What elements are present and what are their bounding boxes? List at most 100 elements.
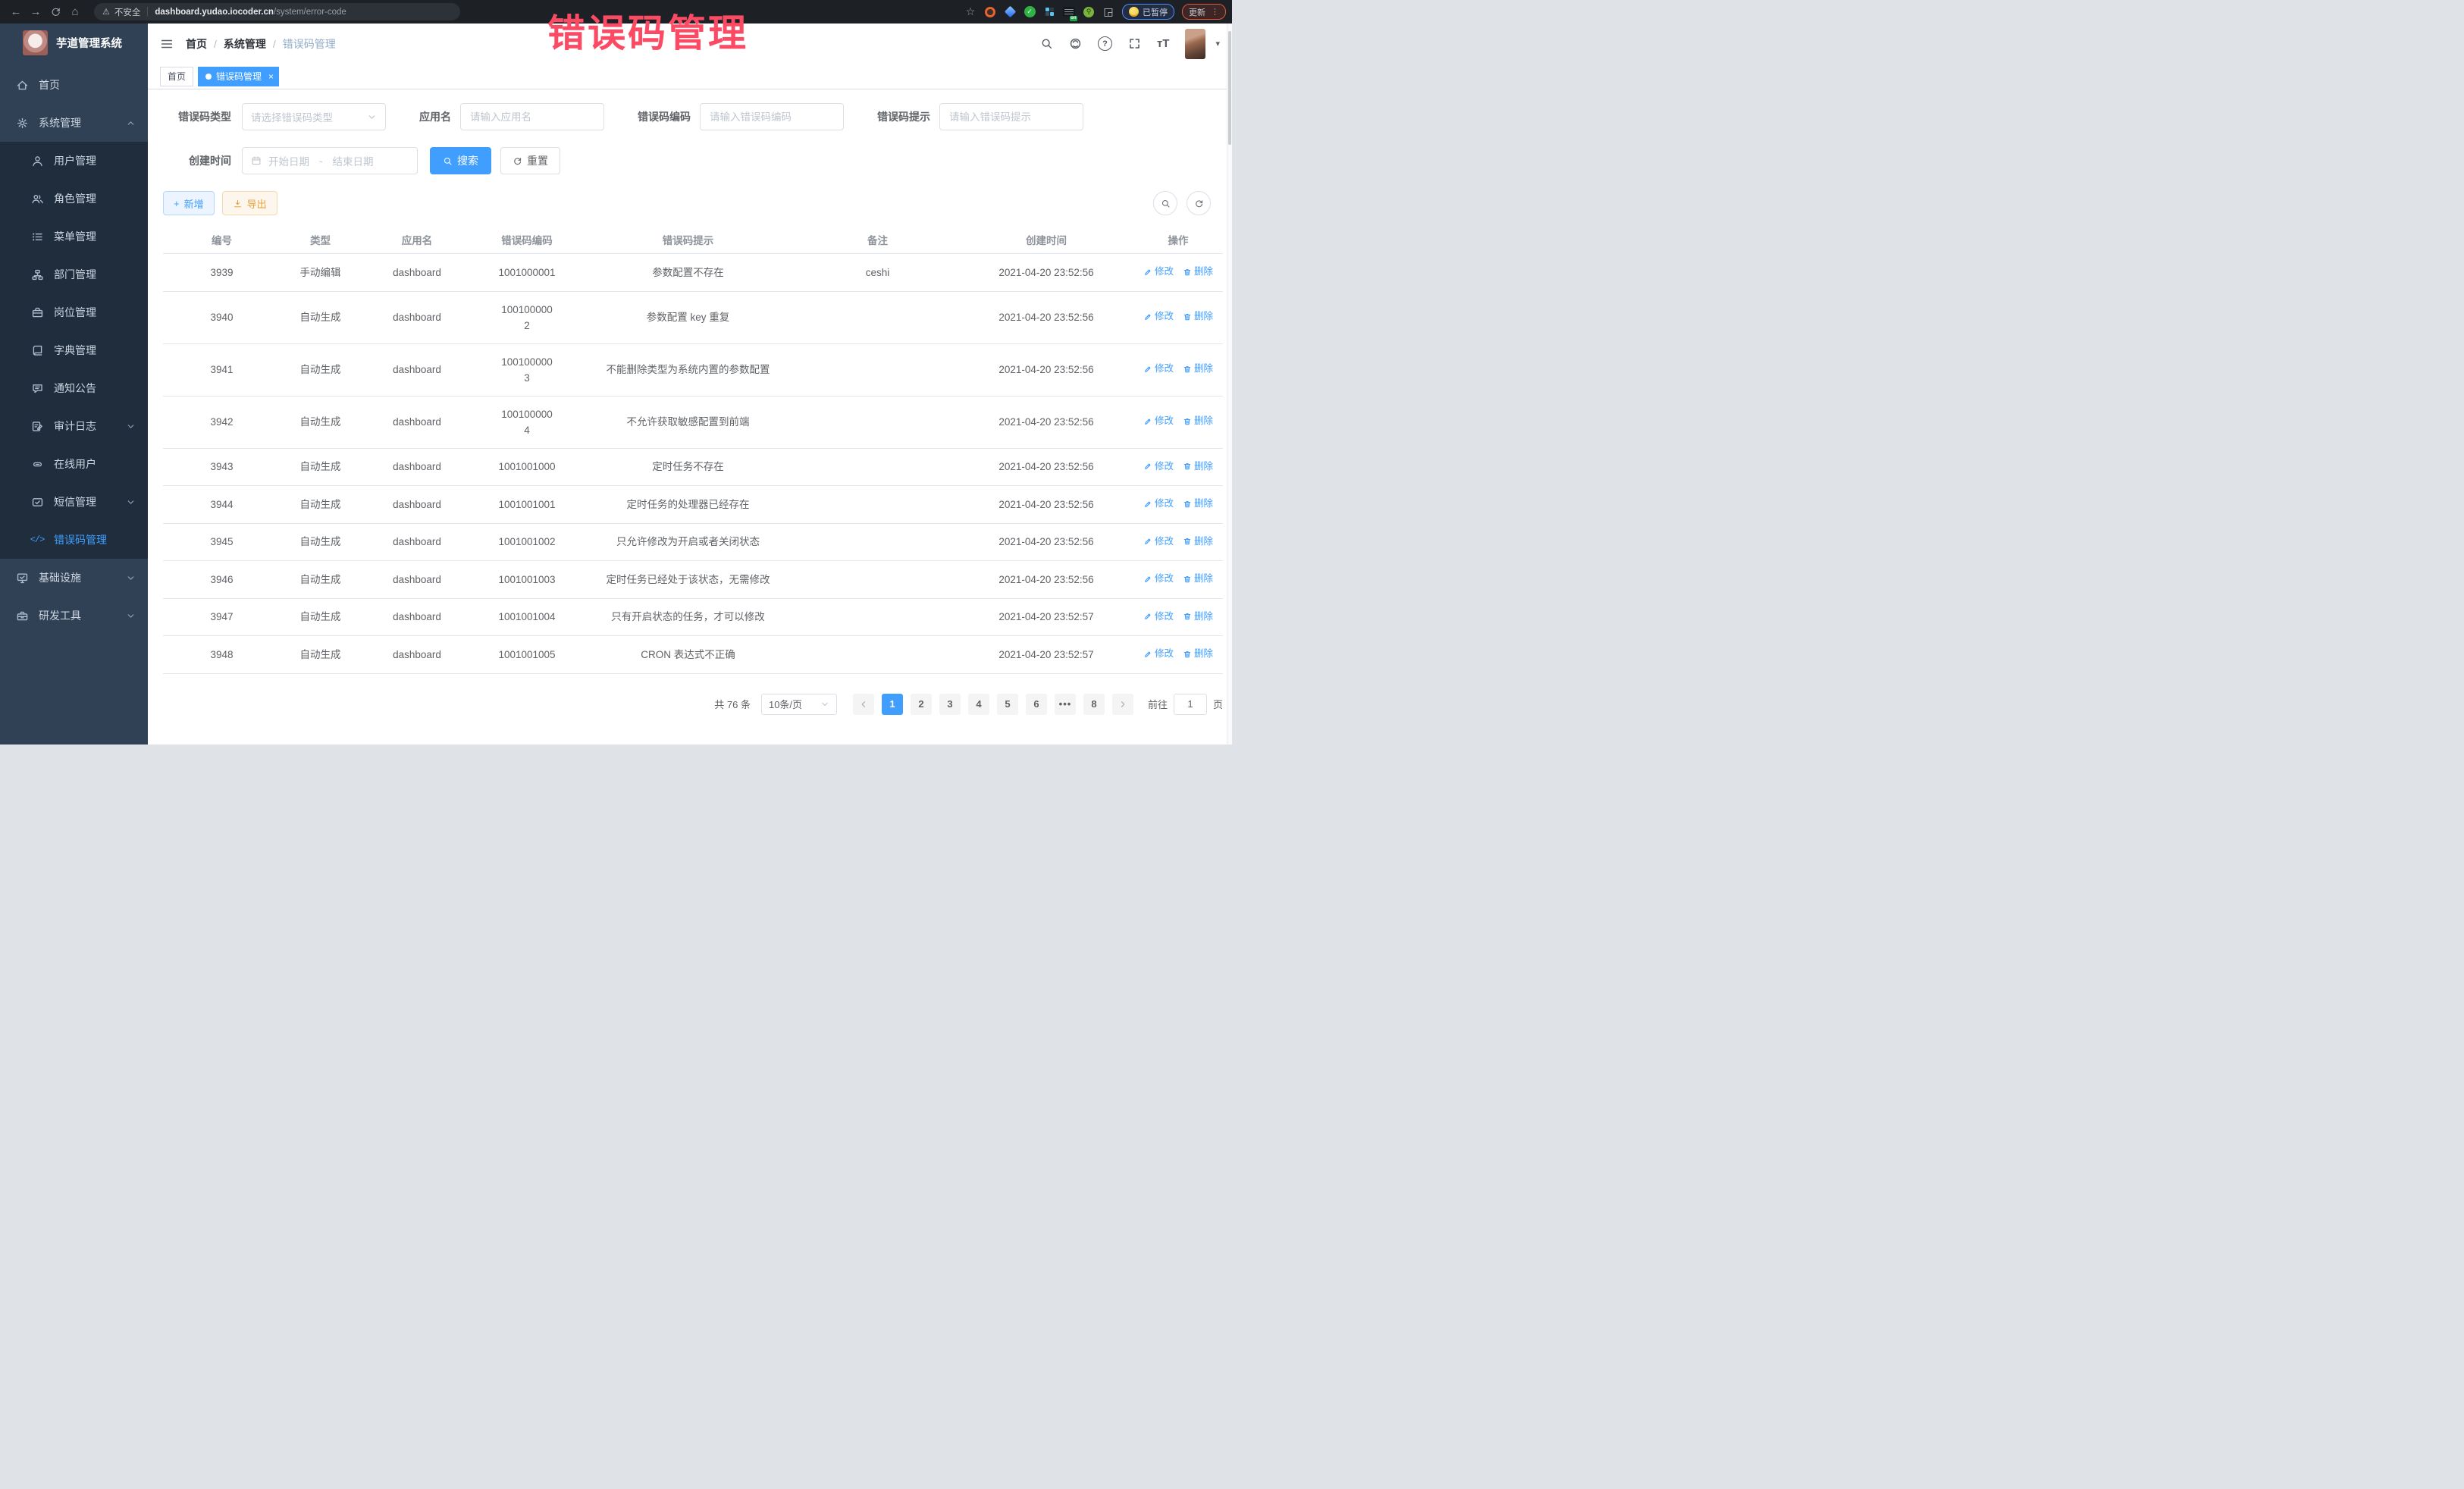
edit-link[interactable]: 修改	[1143, 534, 1174, 550]
extension-grid-icon[interactable]	[1043, 6, 1055, 18]
cell-code: 1001001004	[474, 598, 580, 636]
delete-link[interactable]: 删除	[1183, 609, 1213, 625]
delete-link[interactable]: 删除	[1183, 571, 1213, 587]
logo-row[interactable]: 芋道管理系统	[0, 24, 148, 61]
sidebar-item-13[interactable]: 基础设施	[0, 559, 148, 597]
scrollbar[interactable]	[1227, 24, 1232, 744]
prev-page-button[interactable]	[853, 694, 874, 715]
reset-button[interactable]: 重置	[500, 147, 560, 174]
trash-icon	[1183, 650, 1192, 659]
edit-link[interactable]: 修改	[1143, 571, 1174, 587]
page-button-5[interactable]: 5	[997, 694, 1018, 715]
delete-link[interactable]: 删除	[1183, 413, 1213, 429]
edit-link[interactable]: 修改	[1143, 361, 1174, 377]
forward-icon[interactable]: →	[26, 3, 45, 21]
extensions-puzzle-icon[interactable]: ◲	[1102, 6, 1114, 18]
delete-link[interactable]: 删除	[1183, 309, 1213, 324]
filter-input-1[interactable]	[460, 103, 604, 130]
bookmark-star-icon[interactable]: ☆	[964, 6, 977, 18]
refresh-table-button[interactable]	[1187, 191, 1211, 215]
filter-input-3[interactable]	[939, 103, 1083, 130]
goto-page-input[interactable]	[1174, 694, 1207, 715]
sidebar-item-8[interactable]: 通知公告	[0, 369, 148, 407]
sidebar-item-10[interactable]: 在线用户	[0, 445, 148, 483]
edit-link[interactable]: 修改	[1143, 609, 1174, 625]
edit-link[interactable]: 修改	[1143, 413, 1174, 429]
sidebar-item-2[interactable]: 用户管理	[0, 142, 148, 180]
delete-link[interactable]: 删除	[1183, 361, 1213, 377]
app-header: 首页 / 系统管理 / 错误码管理 ? тT ▾	[148, 24, 1232, 64]
back-icon[interactable]: ←	[6, 3, 26, 21]
page-button-2[interactable]: 2	[911, 694, 932, 715]
delete-link[interactable]: 删除	[1183, 496, 1213, 512]
sidebar-item-9[interactable]: 审计日志	[0, 407, 148, 445]
user-avatar[interactable]	[1185, 29, 1205, 59]
cell-msg: 只有开启状态的任务，才可以修改	[580, 598, 796, 636]
delete-link[interactable]: 删除	[1183, 264, 1213, 280]
font-size-icon[interactable]: тT	[1157, 37, 1170, 50]
tab-error-code[interactable]: 错误码管理 ×	[198, 67, 279, 86]
browser-menu-dots-icon[interactable]: ⋮	[1211, 7, 1219, 17]
extension-gem-icon[interactable]	[1004, 6, 1016, 18]
edit-link[interactable]: 修改	[1143, 264, 1174, 280]
breadcrumb-home[interactable]: 首页	[186, 36, 207, 52]
sidebar-item-6[interactable]: 岗位管理	[0, 293, 148, 331]
close-tab-icon[interactable]: ×	[268, 72, 274, 81]
page-button-8[interactable]: 8	[1083, 694, 1105, 715]
delete-link[interactable]: 删除	[1183, 534, 1213, 550]
more-pages-button[interactable]: •••	[1055, 694, 1076, 715]
extension-green-check-icon[interactable]: ✓	[1024, 6, 1036, 18]
scrollbar-thumb[interactable]	[1228, 31, 1231, 145]
next-page-button[interactable]	[1112, 694, 1133, 715]
paused-chip[interactable]: 已暂停	[1122, 4, 1174, 20]
error-code-type-select[interactable]: 请选择错误码类型	[242, 103, 386, 130]
delete-link[interactable]: 删除	[1183, 459, 1213, 475]
sidebar-item-4[interactable]: 菜单管理	[0, 218, 148, 255]
chevron-down-icon[interactable]: ▾	[1215, 39, 1220, 49]
page-button-3[interactable]: 3	[939, 694, 961, 715]
edit-link[interactable]: 修改	[1143, 309, 1174, 324]
breadcrumb-system[interactable]: 系统管理	[224, 36, 266, 52]
edit-link[interactable]: 修改	[1143, 646, 1174, 662]
extension-list-on-icon[interactable]: on	[1063, 6, 1075, 18]
sidebar-item-3[interactable]: 角色管理	[0, 180, 148, 218]
update-chip[interactable]: 更新 ⋮	[1182, 4, 1226, 20]
sidebar-item-5[interactable]: 部门管理	[0, 255, 148, 293]
fullscreen-icon[interactable]	[1128, 37, 1141, 50]
date-range-picker[interactable]: 开始日期 - 结束日期	[242, 147, 418, 174]
emoji-face-icon	[1129, 7, 1139, 17]
reload-icon[interactable]	[45, 3, 65, 21]
sidebar-item-14[interactable]: 研发工具	[0, 597, 148, 635]
search-button[interactable]: 搜索	[430, 147, 491, 174]
github-icon[interactable]	[1069, 37, 1082, 50]
edit-link[interactable]: 修改	[1143, 496, 1174, 512]
sidebar-item-1[interactable]: 系统管理	[0, 104, 148, 142]
total-count-label: 共 76 条	[714, 697, 751, 711]
page-button-active[interactable]: 1	[882, 694, 903, 715]
extension-key-icon[interactable]: ⚲	[1083, 6, 1095, 18]
sidebar-item-7[interactable]: 字典管理	[0, 331, 148, 369]
tab-home[interactable]: 首页	[160, 67, 193, 86]
page-button-4[interactable]: 4	[968, 694, 989, 715]
extension-orange-icon[interactable]	[984, 6, 996, 18]
export-button[interactable]: 导出	[222, 191, 277, 215]
sidebar-item-label: 字典管理	[54, 343, 136, 358]
delete-link[interactable]: 删除	[1183, 646, 1213, 662]
search-icon[interactable]	[1040, 37, 1053, 50]
help-icon[interactable]: ?	[1098, 36, 1112, 51]
page-button-6[interactable]: 6	[1026, 694, 1047, 715]
audit-icon	[30, 420, 44, 433]
cell-actions: 修改删除	[1133, 291, 1223, 343]
sidebar-item-0[interactable]: 首页	[0, 66, 148, 104]
breadcrumb-current: 错误码管理	[283, 36, 336, 52]
browser-home-icon[interactable]: ⌂	[65, 3, 85, 21]
filter-input-2[interactable]	[700, 103, 844, 130]
address-bar[interactable]: ⚠ 不安全 dashboard.yudao.iocoder.cn/system/…	[94, 3, 460, 20]
page-size-select[interactable]: 10条/页	[761, 694, 837, 715]
collapse-sidebar-icon[interactable]	[160, 37, 174, 51]
toggle-search-button[interactable]	[1153, 191, 1177, 215]
add-button[interactable]: + 新增	[163, 191, 215, 215]
sidebar-item-11[interactable]: 短信管理	[0, 483, 148, 521]
sidebar-item-12[interactable]: </> 错误码管理	[0, 521, 148, 559]
edit-link[interactable]: 修改	[1143, 459, 1174, 475]
